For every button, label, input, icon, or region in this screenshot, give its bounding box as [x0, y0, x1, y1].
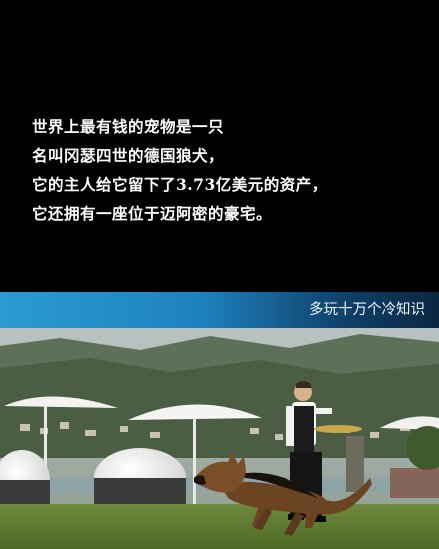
dog-photo-illustration	[0, 328, 439, 549]
caption-text: 世界上最有钱的宠物是一只 名叫冈瑟四世的德国狼犬， 它的主人给它留下了3.73亿…	[32, 112, 432, 228]
caption-line-4: 它还拥有一座位于迈阿密的豪宅。	[32, 204, 273, 223]
dog-photo	[0, 328, 439, 549]
caption-line-3: 它的主人给它留下了3.73亿美元的资产，	[32, 175, 328, 194]
caption-line-1: 世界上最有钱的宠物是一只	[32, 117, 225, 136]
caption-line-2: 名叫冈瑟四世的德国狼犬，	[32, 146, 225, 165]
caption-panel: 世界上最有钱的宠物是一只 名叫冈瑟四世的德国狼犬， 它的主人给它留下了3.73亿…	[0, 0, 439, 292]
banner-label: 多玩十万个冷知识	[309, 302, 425, 318]
source-banner: 多玩十万个冷知识	[0, 292, 439, 328]
